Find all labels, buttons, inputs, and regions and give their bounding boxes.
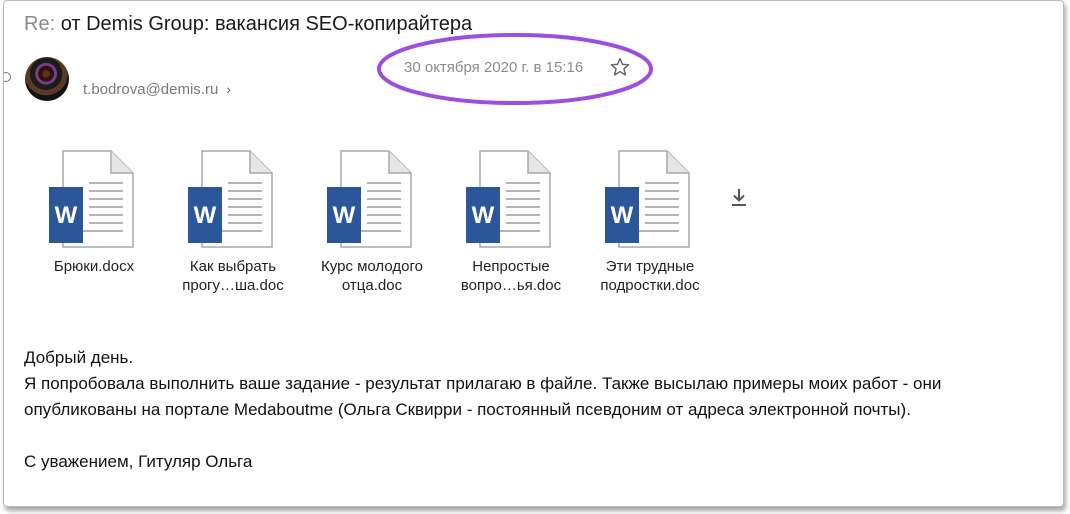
attachment-item[interactable]: W Брюки.docx <box>29 149 159 276</box>
attachment-name[interactable]: Непростые вопро…ья.doc <box>446 257 576 295</box>
signature: С уважением, Гитуляр Ольга <box>24 452 253 471</box>
email-body: Добрый день. Я попробовала выполнить ваш… <box>24 345 941 475</box>
attachments-list: W Брюки.docx W Как выбрать прогу…ша.doc W <box>4 149 804 309</box>
thread-dot-icon <box>4 72 11 82</box>
svg-text:W: W <box>472 202 495 229</box>
word-doc-icon[interactable]: W <box>466 149 556 249</box>
attachment-item[interactable]: W Курс молодого отца.doc <box>307 149 437 295</box>
attachment-item[interactable]: W Как выбрать прогу…ша.doc <box>168 149 298 295</box>
download-all-icon[interactable] <box>730 187 748 207</box>
attachment-item[interactable]: W Непростые вопро…ья.doc <box>446 149 576 295</box>
svg-text:W: W <box>611 202 634 229</box>
attachment-name[interactable]: Курс молодого отца.doc <box>307 257 437 295</box>
word-doc-icon[interactable]: W <box>605 149 695 249</box>
sender-address[interactable]: t.bodrova@demis.ru › <box>83 81 231 98</box>
star-icon[interactable] <box>609 56 631 78</box>
body-line: Я попробовала выполнить ваше задание - р… <box>24 374 942 393</box>
body-line: опубликованы на портале Medaboutme (Ольг… <box>24 400 911 419</box>
svg-text:W: W <box>194 202 217 229</box>
attachment-name[interactable]: Брюки.docx <box>29 257 159 276</box>
chevron-right-icon[interactable]: › <box>226 81 231 97</box>
attachment-name[interactable]: Эти трудные подростки.doc <box>585 257 715 295</box>
subject-prefix: Re: <box>24 13 56 35</box>
email-date: 30 октября 2020 г. в 15:16 <box>404 59 584 76</box>
svg-text:W: W <box>333 202 356 229</box>
greeting: Добрый день. <box>24 348 134 367</box>
attachment-item[interactable]: W Эти трудные подростки.doc <box>585 149 715 295</box>
attachment-name[interactable]: Как выбрать прогу…ша.doc <box>168 257 298 295</box>
word-doc-icon[interactable]: W <box>188 149 278 249</box>
word-doc-icon[interactable]: W <box>49 149 139 249</box>
sender-email[interactable]: t.bodrova@demis.ru <box>83 81 218 98</box>
word-doc-icon[interactable]: W <box>327 149 417 249</box>
avatar[interactable] <box>25 57 69 101</box>
email-message-panel: Re: от Demis Group: вакансия SEO-копирай… <box>3 0 1064 507</box>
svg-text:W: W <box>55 202 78 229</box>
